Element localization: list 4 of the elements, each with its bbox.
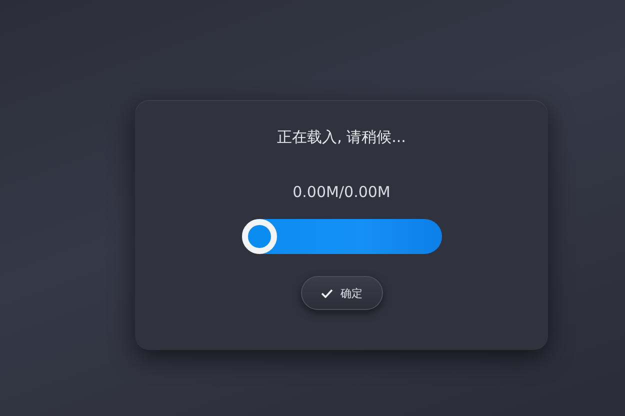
loading-message: 正在载入, 请稍候...	[277, 127, 406, 147]
download-size: 0.00M/0.00M	[292, 182, 390, 202]
confirm-button[interactable]: 确定	[300, 276, 382, 310]
check-icon	[320, 288, 332, 298]
